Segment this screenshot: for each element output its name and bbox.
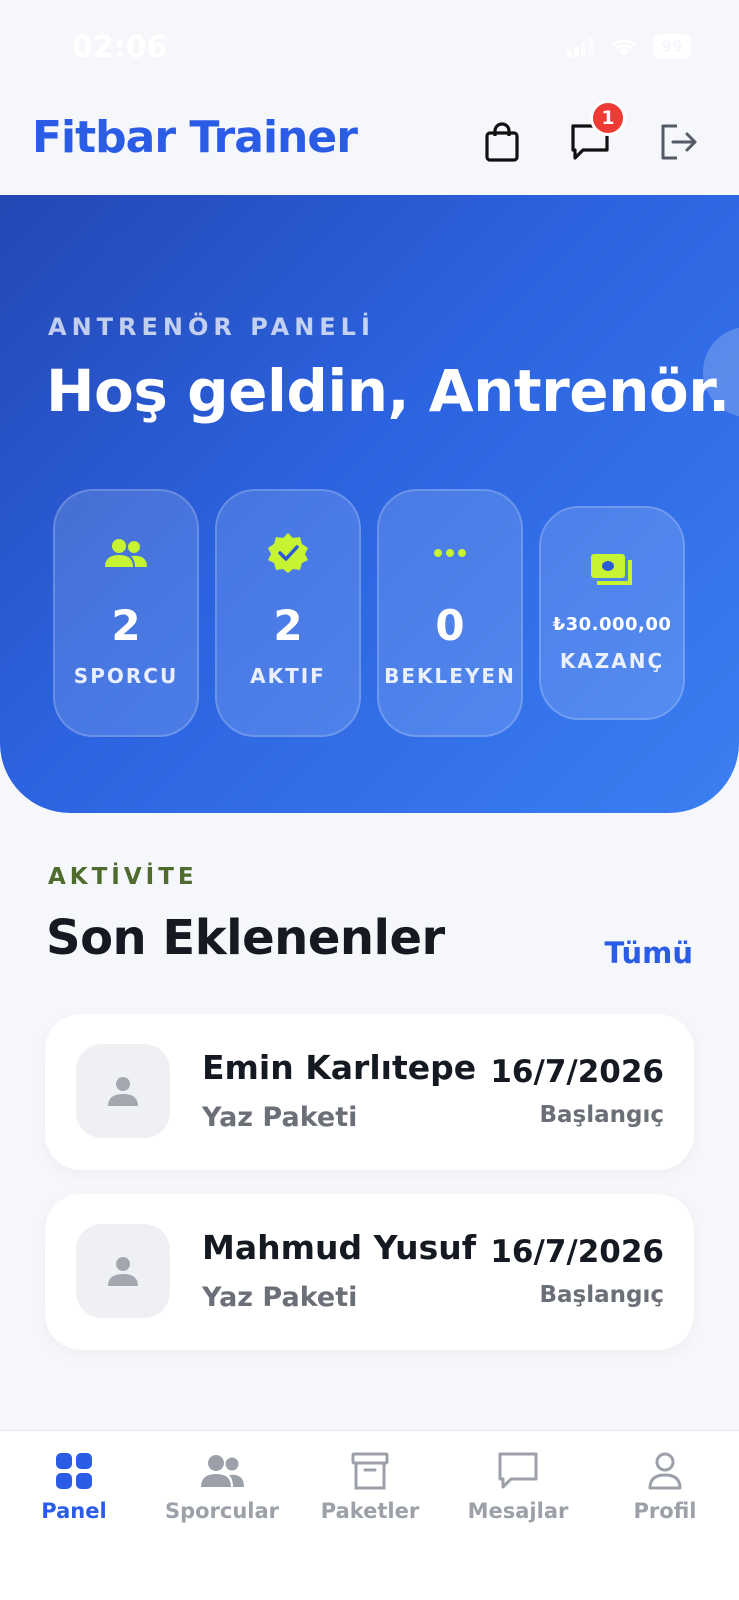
avatar xyxy=(76,1224,170,1318)
group-icon xyxy=(104,531,148,575)
stat-card-active[interactable]: 2 AKTIF xyxy=(215,489,361,737)
nav-item-packages[interactable]: Paketler xyxy=(296,1449,444,1523)
hero-greeting: Hoş geldin, Antrenör. 👋 xyxy=(46,357,739,425)
stat-label: BEKLEYEN xyxy=(384,664,516,688)
start-date-label: Başlangıç xyxy=(539,1282,664,1308)
bottom-nav: Panel Sporcular Paketler Mesajlar Profil xyxy=(0,1430,739,1600)
app-title: Fitbar Trainer xyxy=(32,112,358,163)
stat-card-athletes[interactable]: 2 SPORCU xyxy=(53,489,199,737)
stat-value: 2 xyxy=(273,601,303,650)
stat-value: 2 xyxy=(111,601,141,650)
start-date: 16/7/2026 xyxy=(490,1234,664,1270)
messages-badge: 1 xyxy=(590,100,626,136)
stat-card-earnings[interactable]: ₺30.000,00 KAZANÇ xyxy=(539,506,685,720)
nav-label: Sporcular xyxy=(164,1499,280,1523)
people-icon xyxy=(199,1449,245,1493)
nav-item-panel[interactable]: Panel xyxy=(0,1449,148,1523)
list-item[interactable]: Emin Karlıtepe Yaz Paketi 16/7/2026 Başl… xyxy=(45,1014,694,1170)
app-header: Fitbar Trainer 1 xyxy=(0,100,739,195)
start-date-label: Başlangıç xyxy=(539,1102,664,1128)
person-placeholder-icon xyxy=(108,1257,138,1286)
battery-indicator: 99 xyxy=(652,34,691,59)
messages-button[interactable]: 1 xyxy=(566,100,626,166)
archive-box-icon xyxy=(351,1449,389,1493)
person-icon xyxy=(648,1449,682,1493)
avatar xyxy=(76,1044,170,1138)
status-time: 02:06 xyxy=(72,30,168,65)
signal-icon xyxy=(566,36,593,57)
stat-value: 0 xyxy=(435,601,465,650)
status-icons: 99 xyxy=(566,34,691,59)
activity-title: Son Eklenenler xyxy=(46,910,445,966)
verified-badge-icon xyxy=(267,531,309,575)
nav-label: Profil xyxy=(633,1499,697,1523)
stat-label: AKTIF xyxy=(250,664,326,688)
logout-icon xyxy=(661,124,697,160)
nav-label: Panel xyxy=(41,1499,107,1523)
nav-label: Mesajlar xyxy=(467,1499,569,1523)
hero-panel: ANTRENÖR PANELİ Hoş geldin, Antrenör. 👋 … xyxy=(0,195,739,813)
person-placeholder-icon xyxy=(108,1077,138,1106)
athlete-name: Emin Karlıtepe xyxy=(202,1048,477,1087)
list-item[interactable]: Mahmud Yusuf Yaz Paketi 16/7/2026 Başlan… xyxy=(45,1194,694,1350)
shopping-bag-icon xyxy=(485,122,519,162)
more-dots-icon xyxy=(433,531,467,575)
package-name: Yaz Paketi xyxy=(202,1282,358,1313)
activity-eyebrow: AKTİVİTE xyxy=(48,864,198,890)
chat-icon xyxy=(498,1449,538,1493)
logout-button[interactable] xyxy=(654,118,702,166)
start-date: 16/7/2026 xyxy=(490,1054,664,1090)
see-all-link[interactable]: Tümü xyxy=(604,936,693,970)
nav-item-profile[interactable]: Profil xyxy=(591,1449,739,1523)
nav-label: Paketler xyxy=(320,1499,420,1523)
wifi-icon xyxy=(611,38,636,56)
stat-label: KAZANÇ xyxy=(559,649,665,673)
status-bar: 02:06 99 xyxy=(0,0,739,100)
nav-item-messages[interactable]: Mesajlar xyxy=(444,1449,592,1523)
stat-card-pending[interactable]: 0 BEKLEYEN xyxy=(377,489,523,737)
cash-icon xyxy=(590,548,634,592)
grid-icon xyxy=(55,1449,93,1493)
hero-eyebrow: ANTRENÖR PANELİ xyxy=(48,313,375,341)
nav-item-athletes[interactable]: Sporcular xyxy=(148,1449,296,1523)
stat-label: SPORCU xyxy=(73,664,179,688)
stat-value: ₺30.000,00 xyxy=(552,614,672,635)
shop-button[interactable] xyxy=(478,118,526,166)
athlete-name: Mahmud Yusuf xyxy=(202,1228,477,1267)
package-name: Yaz Paketi xyxy=(202,1102,358,1133)
